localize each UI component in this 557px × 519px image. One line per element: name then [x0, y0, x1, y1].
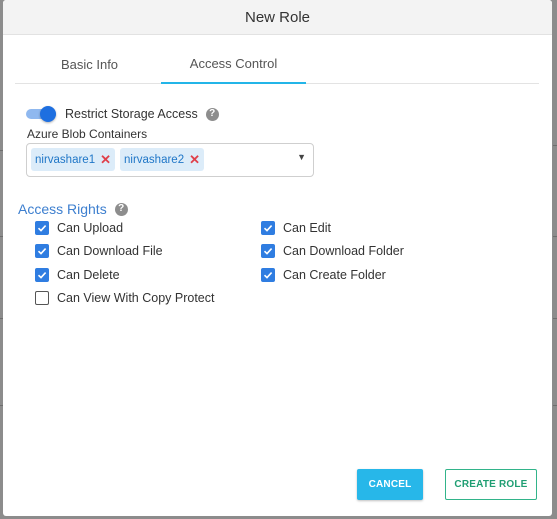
backdrop-divider: [553, 318, 557, 319]
restrict-storage-row: Restrict Storage Access ?: [26, 104, 219, 124]
checkbox-can-delete: Can Delete: [35, 267, 120, 283]
new-role-dialog: New Role Basic Info Access Control Restr…: [3, 0, 552, 516]
dialog-title: New Role: [244, 8, 311, 26]
checkbox-can-download-folder: Can Download Folder: [261, 243, 404, 259]
chip-label: nirvashare1: [35, 153, 96, 166]
backdrop-divider: [553, 145, 557, 146]
checkbox-label: Can Create Folder: [283, 268, 386, 282]
help-icon[interactable]: ?: [114, 202, 128, 216]
check-icon[interactable]: [35, 221, 49, 235]
check-icon[interactable]: [261, 268, 275, 282]
restrict-storage-toggle[interactable]: [26, 106, 56, 122]
backdrop-divider: [553, 405, 557, 406]
checkbox-box[interactable]: [35, 291, 49, 305]
check-icon[interactable]: [261, 221, 275, 235]
container-chip: nirvashare2 ✕: [120, 148, 204, 171]
tab-access-control[interactable]: Access Control: [161, 45, 306, 84]
remove-icon[interactable]: ✕: [189, 152, 200, 168]
checkbox-label: Can Download File: [57, 244, 163, 258]
checkbox-label: Can Delete: [57, 268, 120, 282]
create-role-button[interactable]: CREATE ROLE: [445, 469, 537, 500]
backdrop-divider: [553, 236, 557, 237]
checkbox-can-view-copy-protect: Can View With Copy Protect: [35, 290, 214, 306]
checkbox-label: Can View With Copy Protect: [57, 291, 215, 305]
checkbox-can-upload: Can Upload: [35, 220, 123, 236]
checkbox-label: Can Upload: [57, 221, 124, 235]
checkbox-can-edit: Can Edit: [261, 220, 331, 236]
toggle-knob: [40, 106, 56, 122]
containers-select[interactable]: nirvashare1 ✕ nirvashare2 ✕ ▼: [26, 143, 314, 177]
checkbox-label: Can Download Folder: [283, 244, 404, 258]
checkbox-can-create-folder: Can Create Folder: [261, 267, 386, 283]
containers-label: Azure Blob Containers: [27, 127, 148, 141]
cancel-button[interactable]: CANCEL: [357, 469, 423, 500]
remove-icon[interactable]: ✕: [100, 152, 111, 168]
checkbox-can-download-file: Can Download File: [35, 243, 163, 259]
chip-label: nirvashare2: [124, 153, 185, 166]
tab-basic-info[interactable]: Basic Info: [17, 45, 162, 83]
check-icon[interactable]: [35, 244, 49, 258]
tab-bar: Basic Info Access Control: [15, 45, 539, 84]
check-icon[interactable]: [35, 268, 49, 282]
restrict-storage-label: Restrict Storage Access: [65, 107, 198, 121]
container-chip: nirvashare1 ✕: [31, 148, 115, 171]
checkbox-label: Can Edit: [283, 221, 331, 235]
check-icon[interactable]: [261, 244, 275, 258]
help-icon[interactable]: ?: [205, 107, 219, 121]
access-rights-label: Access Rights: [18, 201, 107, 217]
chevron-down-icon[interactable]: ▼: [297, 152, 306, 162]
access-rights-title: Access Rights ?: [18, 201, 128, 217]
dialog-header: New Role: [3, 0, 552, 35]
